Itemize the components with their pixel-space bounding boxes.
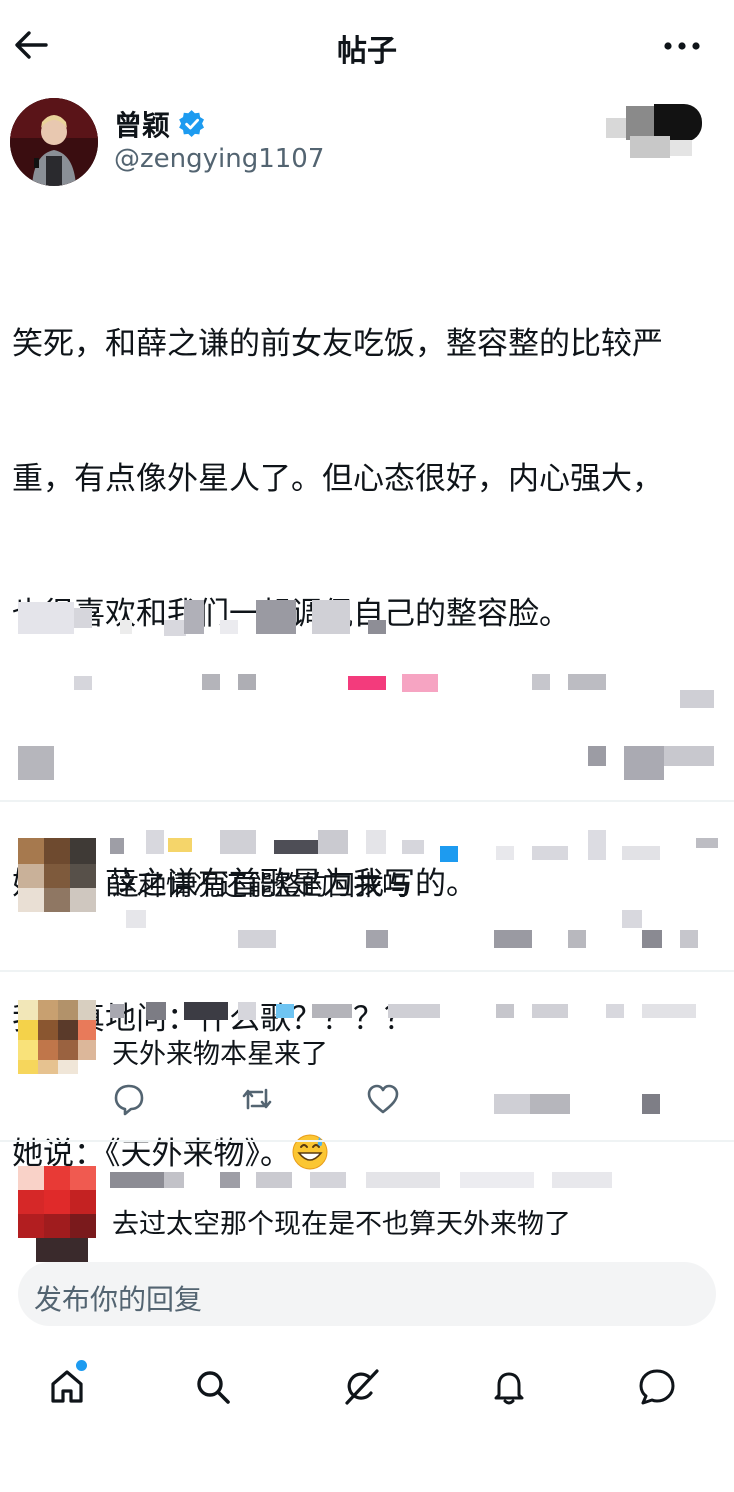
post-metadata-redacted (0, 590, 734, 650)
reply-text: 去过太空那个现在是不也算天外来物了 (112, 1209, 571, 1240)
nav-grok[interactable] (336, 1362, 386, 1412)
reply-item[interactable]: 这种情况还能整的回来吗 (0, 812, 734, 972)
author-name-text: 曾颖 (114, 109, 171, 142)
grok-icon (345, 1369, 379, 1405)
post-line: 笑死，和薛之谦的前女友吃饭，整容整的比较严 (12, 326, 663, 362)
page-title: 帖子 (337, 34, 397, 69)
reply-avatar[interactable] (18, 1000, 96, 1074)
reply-input-placeholder[interactable]: 发布你的回复 (34, 1278, 202, 1318)
more-options-button[interactable] (660, 28, 704, 64)
author-name[interactable]: 曾颖 (114, 104, 206, 144)
author-handle[interactable]: @zengying1107 (114, 144, 324, 174)
nav-messages[interactable] (632, 1362, 682, 1412)
notification-dot (76, 1360, 87, 1371)
reply-username-redacted (110, 820, 730, 862)
more-horizontal-icon (664, 42, 700, 50)
top-bar: 帖子 (0, 0, 734, 90)
comment-icon[interactable] (112, 1082, 146, 1116)
nav-search[interactable] (188, 1362, 238, 1412)
post-line: 重，有点像外星人了。但心态很好，内心强大， (12, 461, 663, 497)
divider (0, 970, 734, 972)
follow-button-redacted[interactable] (606, 100, 702, 158)
reply-text: 这种情况还能整的回来吗 (112, 871, 409, 902)
retweet-icon[interactable] (240, 1082, 274, 1116)
heart-icon[interactable] (366, 1082, 400, 1116)
search-icon (197, 1371, 230, 1404)
reply-item[interactable]: 去过太空那个现在是不也算天外来物了 (0, 1150, 734, 1262)
post-stats-redacted (0, 660, 734, 710)
reply-username-redacted (110, 1170, 730, 1192)
reply-actions-redacted (110, 910, 730, 950)
messages-icon (639, 1369, 675, 1405)
reply-avatar[interactable] (18, 1166, 96, 1262)
verified-badge-icon (179, 110, 205, 137)
bell-icon (494, 1372, 524, 1405)
reply-text: 天外来物本星来了 (112, 1039, 328, 1070)
nav-home[interactable] (42, 1360, 92, 1412)
reply-views-redacted (494, 1092, 674, 1116)
reply-avatar[interactable] (18, 838, 96, 912)
reply-item[interactable]: 天外来物本星来了 (0, 980, 734, 1140)
post-engagement-redacted (0, 740, 734, 790)
divider (0, 1140, 734, 1142)
home-icon (51, 1370, 83, 1403)
reply-username-redacted (110, 1000, 730, 1024)
bottom-navigation (0, 1340, 734, 1440)
author-avatar[interactable] (10, 98, 98, 186)
divider (0, 800, 734, 802)
nav-notifications[interactable] (484, 1362, 534, 1412)
